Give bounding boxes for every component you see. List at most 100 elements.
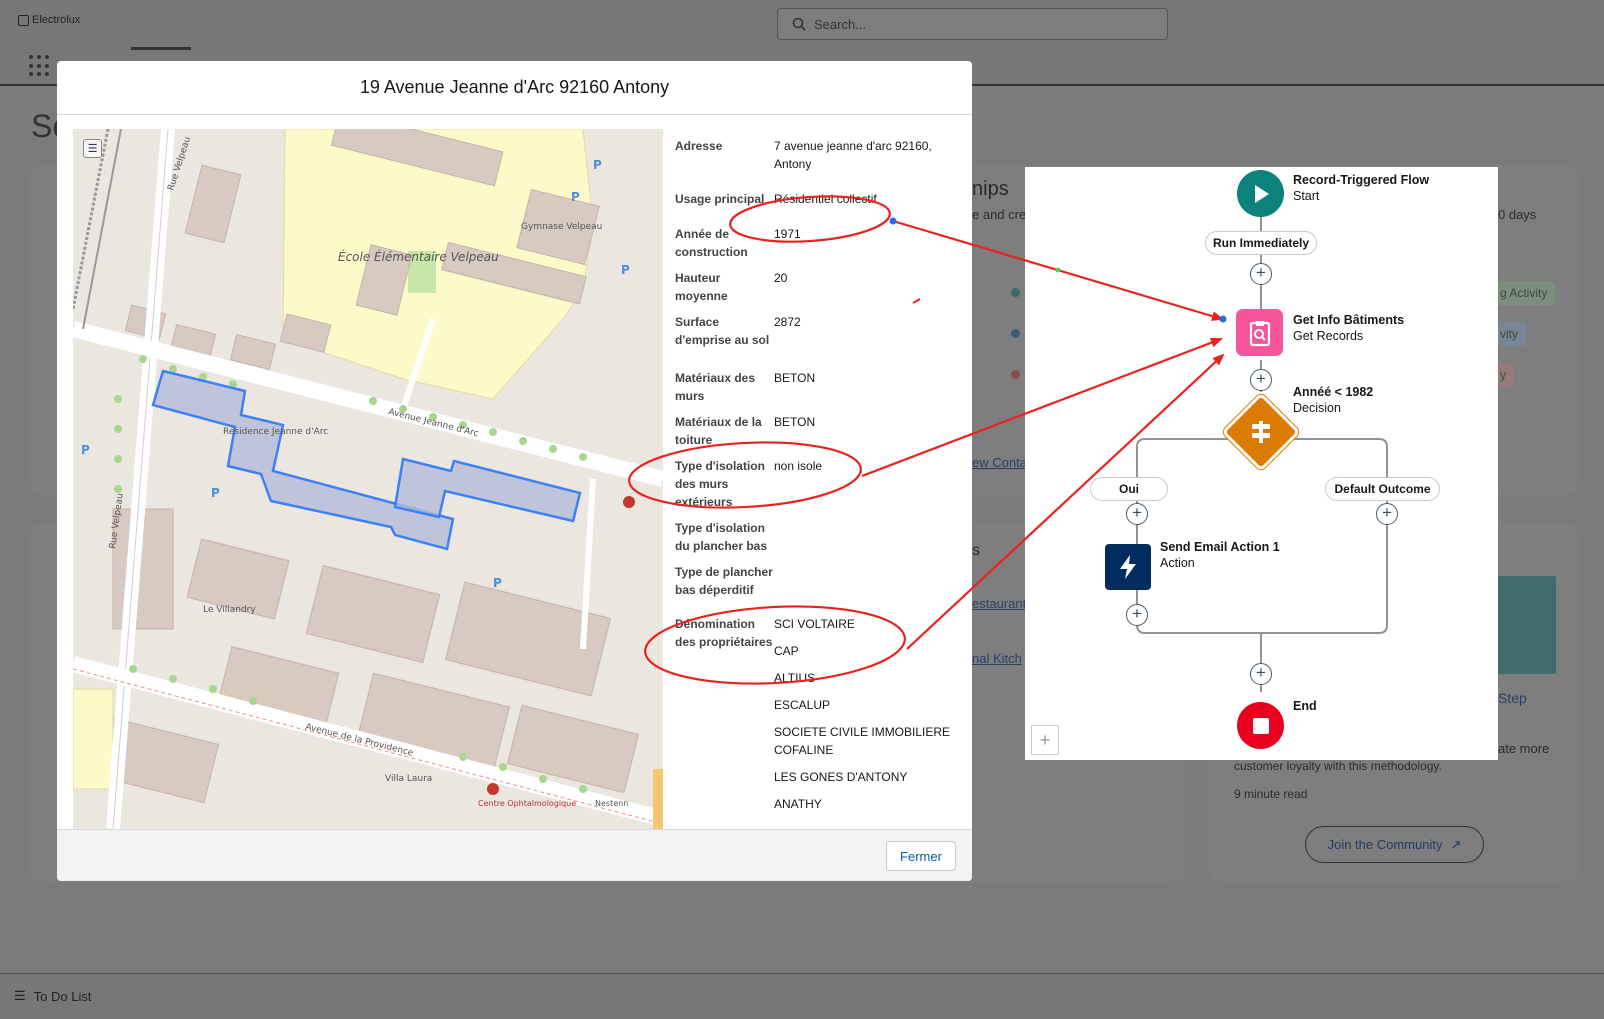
detail-row: Matériaux de la toiture BETON [675,413,972,449]
detail-row: Type de plancher bas déperditif [675,563,972,599]
end-node-title: End [1293,699,1317,713]
clinic-marker-icon[interactable] [487,783,499,795]
detail-label: Hauteur moyenne [675,271,728,303]
add-element-button[interactable]: + [1250,369,1272,391]
detail-value: SCI VOLTAIRE [774,617,855,631]
detail-row: Dénomination des propriétaires SCI VOLTAI… [675,615,972,822]
map-label-nestenn: Nestenn [595,799,628,808]
layers-toggle-icon[interactable]: ☰ [83,139,102,158]
detail-label: Année de construction [675,227,748,259]
detail-row: Adresse 7 avenue jeanne d'arc 92160, Anto… [675,137,972,182]
detail-value: LES GONES D'ANTONY [774,770,908,784]
todo-label: To Do List [33,988,92,1004]
detail-value: BETON [774,415,816,429]
flow-builder-canvas[interactable]: Record-Triggered Flow Start Run Immediat… [1025,167,1498,760]
send-email-action-icon[interactable] [1105,544,1151,590]
detail-values: BETON [774,413,969,449]
add-element-button[interactable]: + [1250,263,1272,285]
zoom-in-button[interactable]: + [1031,725,1059,755]
section-heading: s [972,542,980,559]
modal-footer: Fermer [57,829,972,881]
detail-value: SOCIETE CIVILE IMMOBILIERE COFALINE [774,725,951,757]
decision-node-title: Annéé < 1982 [1293,385,1374,399]
detail-label: Matériaux des murs [675,371,756,403]
promo-text: ate more [1498,741,1550,756]
external-link-icon: ↗ [1450,836,1462,852]
todo-list-item[interactable]: ☰ To Do List [14,988,91,1004]
map-view[interactable]: École Élémentaire Velpeau Gymnase Velpea… [73,129,663,829]
detail-row: Surface d'emprise au sol 2872 [675,313,972,349]
detail-value: 7 avenue jeanne d'arc 92160, Antony [774,139,932,171]
days-text: 0 days [1498,207,1537,222]
detail-values: 20 [774,269,969,305]
logo-icon [18,14,29,26]
view-contacts-link[interactable]: ew Conta [972,455,1027,470]
detail-values: SCI VOLTAIRE CAP ALTIUS ESCALUP SOCIETE CIVI… [774,615,969,822]
detail-value: 2872 [774,315,801,329]
global-search[interactable]: Search... [777,8,1168,40]
close-button[interactable]: Fermer [886,841,956,871]
building-details: Adresse 7 avenue jeanne d'arc 92160, Anto… [663,129,972,829]
add-element-button[interactable]: + [1250,663,1272,685]
get-records-icon[interactable] [1236,309,1283,356]
detail-row: Type d'isolation du plancher bas [675,519,972,555]
run-immediately-pill[interactable]: Run Immediately [1205,231,1317,255]
legend-dot [1011,370,1020,379]
add-element-button[interactable]: + [1126,604,1148,626]
start-node-sub: Start [1293,189,1320,203]
get-node-sub: Get Records [1293,329,1364,343]
svg-text:P: P [571,190,580,204]
detail-label: Dénomination des propriétaires [675,617,773,649]
detail-label: Surface d'emprise au sol [675,315,770,347]
detail-label: Adresse [675,139,723,153]
detail-values: 1971 [774,225,969,261]
join-community-button[interactable]: Join the Community ↗ [1305,826,1484,863]
svg-text:P: P [621,263,630,277]
detail-label: Matériaux de la toiture [675,415,762,447]
app-logo[interactable]: Electrolux [18,14,80,26]
restaurant-link[interactable]: estaurant [972,596,1026,611]
svg-text:P: P [493,576,502,590]
kitchen-link[interactable]: nal Kitch [972,651,1022,666]
add-element-button[interactable]: + [1376,503,1398,525]
detail-value: CAP [774,644,799,658]
detail-value: 1971 [774,227,801,241]
svg-text:P: P [211,486,220,500]
branch-default-pill[interactable]: Default Outcome [1325,477,1440,501]
detail-label: Type d'isolation des murs extérieurs [675,459,765,509]
join-label: Join the Community [1327,837,1443,852]
start-node-title: Record-Triggered Flow [1293,173,1430,187]
branch-oui-pill[interactable]: Oui [1090,477,1168,501]
detail-label: Type d'isolation du plancher bas [675,521,768,553]
map-label-gym: Gymnase Velpeau [521,222,602,232]
action-node-title: Send Email Action 1 [1160,540,1280,554]
get-node-title: Get Info Bâtiments [1293,313,1405,327]
promo-text-2: customer loyalty with this methodology. [1234,759,1442,773]
start-node-icon[interactable] [1237,170,1284,217]
modal-title: 19 Avenue Jeanne d'Arc 92160 Antony [57,61,972,115]
legend-dot [1011,329,1020,338]
detail-values [774,563,969,599]
end-node-icon[interactable] [1237,702,1284,749]
app-launcher-icon[interactable] [29,55,51,77]
map-label-residence: Résidence Jeanne d'Arc [223,426,328,437]
detail-values: 7 avenue jeanne d'arc 92160, Antony [774,137,969,182]
map-canvas[interactable]: École Élémentaire Velpeau Gymnase Velpea… [73,129,663,829]
map-label-school: École Élémentaire Velpeau [338,249,499,264]
detail-values: Résidentiel collectif [774,190,969,217]
pharmacy-marker-icon[interactable] [623,496,635,508]
detail-row: Hauteur moyenne 20 [675,269,972,305]
add-element-button[interactable]: + [1126,503,1148,525]
activity-pill: g Activity [1492,281,1556,305]
search-placeholder: Search... [814,16,867,32]
search-icon [792,17,806,31]
list-icon: ☰ [14,988,26,1003]
detail-row: Type d'isolation des murs extérieurs non … [675,457,972,511]
step-link[interactable]: Step [1498,690,1527,706]
detail-value: ESCALUP [774,698,831,712]
detail-value: non isole [774,459,823,473]
action-node-sub: Action [1160,556,1195,570]
detail-value: Résidentiel collectif [774,192,877,206]
detail-row: Année de construction 1971 [675,225,972,261]
detail-row: Matériaux des murs BETON [675,369,972,405]
